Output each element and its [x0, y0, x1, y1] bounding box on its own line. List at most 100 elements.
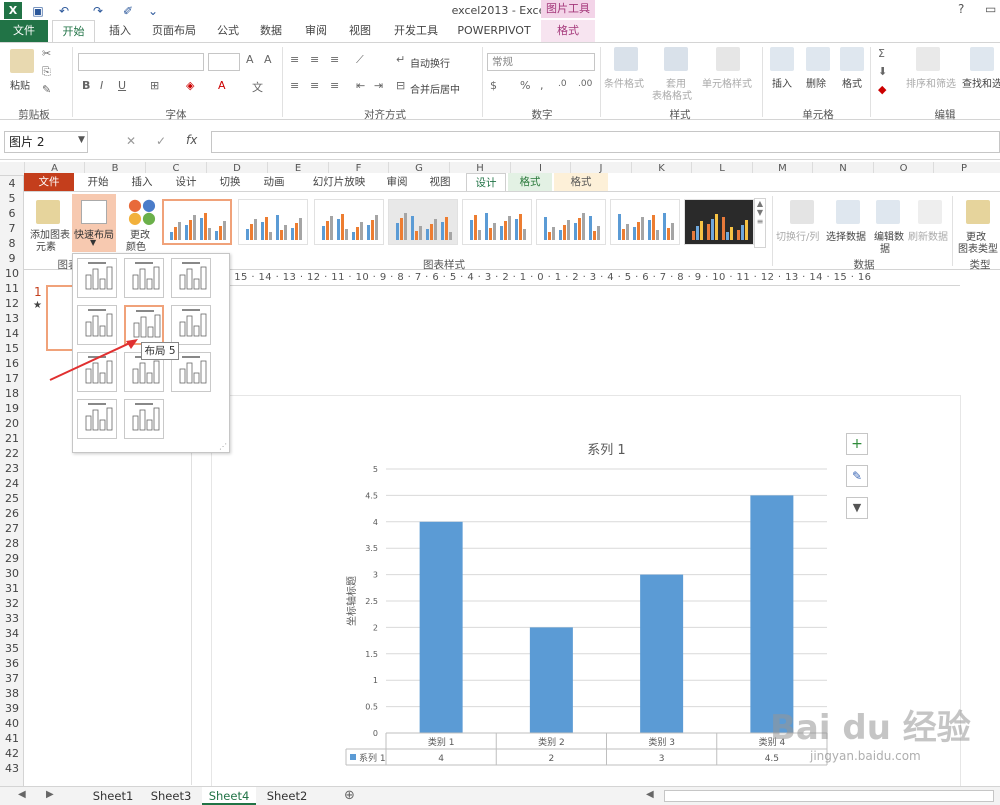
layout-option-6[interactable] — [171, 305, 211, 345]
row-header[interactable]: 29 — [0, 551, 24, 566]
row-header[interactable]: 42 — [0, 746, 24, 761]
style-preview-bar — [637, 222, 640, 240]
layout-preview-title — [182, 262, 200, 264]
style-preview-bar — [204, 213, 207, 240]
style-preview-bar — [430, 224, 433, 240]
row-header[interactable]: 43 — [0, 761, 24, 776]
row-header[interactable]: 31 — [0, 581, 24, 596]
layout-preview-bar — [186, 362, 193, 384]
row-header[interactable]: 12 — [0, 296, 24, 311]
style-preview-bar — [500, 226, 503, 240]
row-header[interactable]: 36 — [0, 656, 24, 671]
style-preview-bar — [548, 232, 551, 240]
row-header[interactable]: 33 — [0, 611, 24, 626]
layout-preview-bar — [99, 278, 106, 290]
row-header[interactable]: 10 — [0, 266, 24, 281]
row-header[interactable]: 37 — [0, 671, 24, 686]
style-preview-bar — [449, 232, 452, 240]
style-preview-bar — [578, 218, 581, 240]
style-preview-bar — [508, 216, 511, 240]
style-preview-bar — [593, 231, 596, 240]
row-header[interactable]: 14 — [0, 326, 24, 341]
style-preview-bar — [322, 226, 325, 240]
style-preview-bar — [745, 220, 748, 240]
style-preview-bar — [415, 231, 418, 240]
row-header[interactable]: 30 — [0, 566, 24, 581]
sheet-tab[interactable]: Sheet2 — [260, 787, 314, 805]
sheet-tab-active[interactable]: Sheet4 — [202, 787, 256, 805]
layout-option-3[interactable] — [171, 258, 211, 298]
layout-preview-bar — [153, 266, 160, 290]
y-tick-label: 3 — [373, 571, 378, 580]
row-header[interactable]: 16 — [0, 356, 24, 371]
style-preview-bar — [489, 228, 492, 240]
row-header[interactable]: 41 — [0, 731, 24, 746]
row-header[interactable]: 24 — [0, 476, 24, 491]
style-preview-bar — [345, 229, 348, 240]
resize-grip-icon[interactable]: ⋰ — [219, 442, 227, 451]
style-preview-bar — [404, 213, 407, 240]
row-header[interactable]: 35 — [0, 641, 24, 656]
watermark-logo: Bai du 经验 — [770, 708, 971, 748]
layout-option-1[interactable] — [77, 258, 117, 298]
layout-preview-bar — [146, 278, 153, 290]
chart-elements-button[interactable]: + — [846, 433, 868, 455]
row-header[interactable]: 15 — [0, 341, 24, 356]
horizontal-scrollbar[interactable] — [664, 790, 994, 802]
row-header[interactable]: 38 — [0, 686, 24, 701]
layout-preview-bar — [179, 274, 186, 290]
layout-preview-bar — [200, 313, 207, 337]
style-preview-bar — [200, 218, 203, 240]
layout-option-10[interactable] — [77, 399, 117, 439]
row-header[interactable]: 13 — [0, 311, 24, 326]
y-tick-label: 1.5 — [365, 650, 378, 659]
row-header[interactable]: 25 — [0, 491, 24, 506]
row-header[interactable]: 20 — [0, 416, 24, 431]
layout-option-2[interactable] — [124, 258, 164, 298]
annotation-arrow — [49, 339, 138, 381]
style-preview-bar — [519, 214, 522, 240]
row-header[interactable]: 22 — [0, 446, 24, 461]
row-header[interactable]: 11 — [0, 281, 24, 296]
style-preview-bar — [641, 217, 644, 240]
row-header[interactable]: 26 — [0, 506, 24, 521]
row-header[interactable]: 32 — [0, 596, 24, 611]
data-table-value: 3 — [659, 754, 665, 764]
style-preview-bar — [352, 232, 355, 240]
layout-preview-icon — [179, 262, 207, 290]
style-preview-bar — [174, 227, 177, 240]
scroll-left-icon[interactable]: ◀ — [18, 789, 26, 800]
layout-preview-bar — [106, 266, 113, 290]
row-header[interactable]: 40 — [0, 716, 24, 731]
sheet-tab[interactable]: Sheet1 — [86, 787, 140, 805]
sheet-tab[interactable]: Sheet3 — [144, 787, 198, 805]
style-preview-bar — [656, 230, 659, 240]
style-preview-bar — [493, 223, 496, 240]
style-preview-bar — [696, 226, 699, 240]
chart-style-previews — [170, 213, 748, 240]
row-header[interactable]: 18 — [0, 386, 24, 401]
y-tick-label: 1 — [373, 676, 378, 685]
style-preview-bar — [269, 232, 272, 240]
layout-option-11[interactable] — [124, 399, 164, 439]
row-header[interactable]: 19 — [0, 401, 24, 416]
layout-preview-bar — [85, 415, 92, 431]
layout-preview-bar — [179, 321, 186, 337]
legend-label: 系列 1 — [359, 752, 386, 764]
hscroll-left-icon[interactable]: ◀ — [646, 789, 654, 800]
chart-styles-brush-icon[interactable]: ✎ — [846, 465, 868, 487]
layout-preview-bar — [139, 409, 146, 431]
row-header[interactable]: 39 — [0, 701, 24, 716]
row-header[interactable]: 28 — [0, 536, 24, 551]
row-header[interactable]: 21 — [0, 431, 24, 446]
row-header[interactable]: 23 — [0, 461, 24, 476]
row-header[interactable]: 17 — [0, 371, 24, 386]
add-sheet-icon[interactable]: ⊕ — [344, 788, 355, 803]
row-header[interactable]: 34 — [0, 626, 24, 641]
chart-filters-icon[interactable]: ▼ — [846, 497, 868, 519]
scroll-right-icon[interactable]: ▶ — [46, 789, 54, 800]
layout-preview-bar — [132, 415, 139, 431]
layout-preview-bar — [92, 268, 99, 290]
row-header[interactable]: 27 — [0, 521, 24, 536]
watermark: Bai du 经验 jingyan.baidu.com — [770, 700, 995, 785]
